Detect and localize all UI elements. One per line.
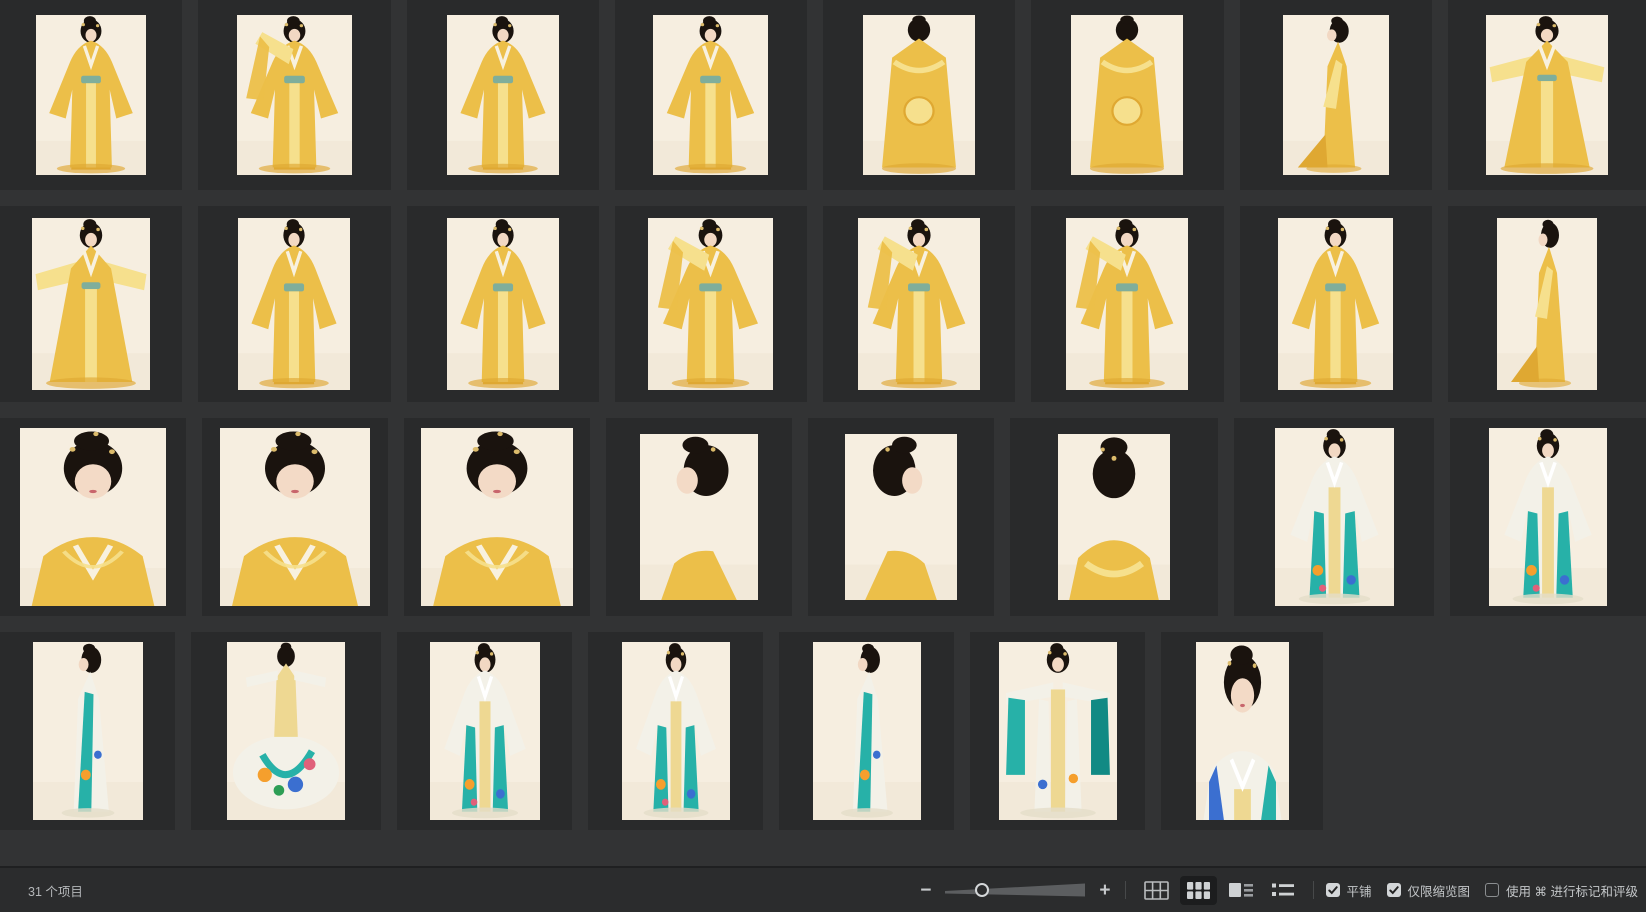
toggle-thumbnails-only-checkbox[interactable] <box>1387 883 1401 897</box>
grid-icon <box>1144 881 1169 900</box>
thumbnail-image <box>36 15 146 175</box>
thumbnail-image <box>237 15 352 175</box>
thumbnail-image <box>1058 434 1170 600</box>
photo-thumbnail[interactable] <box>1448 0 1646 190</box>
photo-thumbnail[interactable] <box>1010 418 1218 616</box>
zoom-in-button[interactable]: + <box>1097 881 1112 900</box>
thumbnail-image <box>999 642 1117 820</box>
thumbnail-image <box>430 642 540 820</box>
photo-thumbnail[interactable] <box>1031 0 1223 190</box>
photo-thumbnail[interactable] <box>198 206 390 402</box>
thumbnail-image <box>238 218 350 390</box>
thumbnail-image <box>813 642 921 820</box>
list-icon <box>1271 881 1295 899</box>
toggle-tile-checkbox[interactable] <box>1326 883 1340 897</box>
item-count: 31 个项目 <box>28 881 83 900</box>
photo-thumbnail[interactable] <box>407 206 599 402</box>
thumbnail-image <box>421 428 573 606</box>
toolbar-divider <box>1125 881 1126 899</box>
photo-thumbnail[interactable] <box>823 206 1015 402</box>
thumbnail-image <box>1071 15 1183 175</box>
thumbnail-row <box>0 0 1646 190</box>
photo-thumbnail[interactable] <box>808 418 994 616</box>
view-mode-switcher <box>1138 876 1301 905</box>
toggle-cmd-tagging-label: 使用 ⌘ 进行标记和评级 <box>1506 881 1638 900</box>
thumbnail-image <box>648 218 773 390</box>
photo-thumbnail[interactable] <box>407 0 599 190</box>
thumbnail-size-slider[interactable] <box>945 882 1085 898</box>
file-browser-window: 31 个项目 − + 平铺 仅限缩览图 使用 ⌘ 进行标记和评级 <box>0 0 1646 912</box>
thumbnails-icon <box>1186 881 1211 900</box>
thumbnail-image <box>1497 218 1597 390</box>
thumbnail-row <box>0 632 1646 830</box>
photo-thumbnail[interactable] <box>970 632 1145 830</box>
photo-thumbnail[interactable] <box>1240 0 1432 190</box>
thumbnail-image <box>33 642 143 820</box>
slider-knob[interactable] <box>975 883 989 897</box>
status-bar: 31 个项目 − + 平铺 仅限缩览图 使用 ⌘ 进行标记和评级 <box>0 866 1646 912</box>
thumbnail-image <box>1066 218 1188 390</box>
photo-thumbnail[interactable] <box>615 206 807 402</box>
thumbnail-image <box>1283 15 1389 175</box>
photo-thumbnail[interactable] <box>202 418 388 616</box>
thumbnail-view-button[interactable] <box>1180 876 1217 905</box>
thumbnail-image <box>20 428 166 606</box>
thumbnail-image <box>32 218 150 390</box>
thumbnail-image <box>227 642 345 820</box>
photo-thumbnail[interactable] <box>198 0 390 190</box>
photo-thumbnail[interactable] <box>588 632 763 830</box>
toolbar-divider <box>1313 881 1314 899</box>
photo-thumbnail[interactable] <box>823 0 1015 190</box>
thumbnail-grid <box>0 0 1646 866</box>
view-option-toggles: 平铺 仅限缩览图 使用 ⌘ 进行标记和评级 <box>1326 881 1638 900</box>
grid-view-button[interactable] <box>1138 876 1175 905</box>
thumbnail-image <box>653 15 768 175</box>
photo-thumbnail[interactable] <box>191 632 381 830</box>
zoom-out-button[interactable]: − <box>918 881 933 900</box>
photo-thumbnail[interactable] <box>0 418 186 616</box>
toggle-thumbnails-only-label: 仅限缩览图 <box>1408 881 1471 900</box>
photo-thumbnail[interactable] <box>615 0 807 190</box>
thumbnail-row <box>0 206 1646 402</box>
thumbnail-row <box>0 418 1646 616</box>
thumbnail-image <box>447 15 559 175</box>
photo-thumbnail[interactable] <box>779 632 954 830</box>
thumbnail-image <box>845 434 957 600</box>
thumbnail-image <box>1275 428 1394 606</box>
photo-thumbnail[interactable] <box>1448 206 1646 402</box>
photo-thumbnail[interactable] <box>404 418 590 616</box>
toggle-cmd-tagging[interactable]: 使用 ⌘ 进行标记和评级 <box>1485 881 1638 900</box>
thumbnail-image <box>447 218 559 390</box>
photo-thumbnail[interactable] <box>606 418 792 616</box>
thumbnail-image <box>622 642 730 820</box>
photo-thumbnail[interactable] <box>0 632 175 830</box>
thumbnail-image <box>1486 15 1608 175</box>
thumbnail-image <box>220 428 370 606</box>
list-view-button[interactable] <box>1265 876 1301 904</box>
toggle-tile[interactable]: 平铺 <box>1326 881 1372 900</box>
thumbnail-image <box>1489 428 1607 606</box>
thumbnail-image <box>858 218 980 390</box>
photo-thumbnail[interactable] <box>1240 206 1432 402</box>
toggle-thumbnails-only[interactable]: 仅限缩览图 <box>1387 881 1471 900</box>
photo-thumbnail[interactable] <box>1450 418 1646 616</box>
photo-thumbnail[interactable] <box>1031 206 1223 402</box>
photo-thumbnail[interactable] <box>0 0 182 190</box>
photo-thumbnail[interactable] <box>1161 632 1323 830</box>
thumbnail-image <box>1278 218 1393 390</box>
thumbnail-image <box>640 434 758 600</box>
checkmark-icon <box>1389 886 1399 895</box>
photo-thumbnail[interactable] <box>1234 418 1434 616</box>
thumbnail-image <box>863 15 975 175</box>
thumbnail-image <box>1196 642 1289 820</box>
photo-thumbnail[interactable] <box>397 632 572 830</box>
details-icon <box>1228 881 1254 899</box>
checkmark-icon <box>1328 886 1338 895</box>
photo-thumbnail[interactable] <box>0 206 182 402</box>
slider-track-icon <box>945 882 1085 898</box>
toolbar: − + 平铺 仅限缩览图 使用 ⌘ 进行标记和评级 <box>918 876 1638 905</box>
detail-view-button[interactable] <box>1222 876 1260 904</box>
toggle-cmd-tagging-checkbox[interactable] <box>1485 883 1499 897</box>
toggle-tile-label: 平铺 <box>1347 881 1372 900</box>
